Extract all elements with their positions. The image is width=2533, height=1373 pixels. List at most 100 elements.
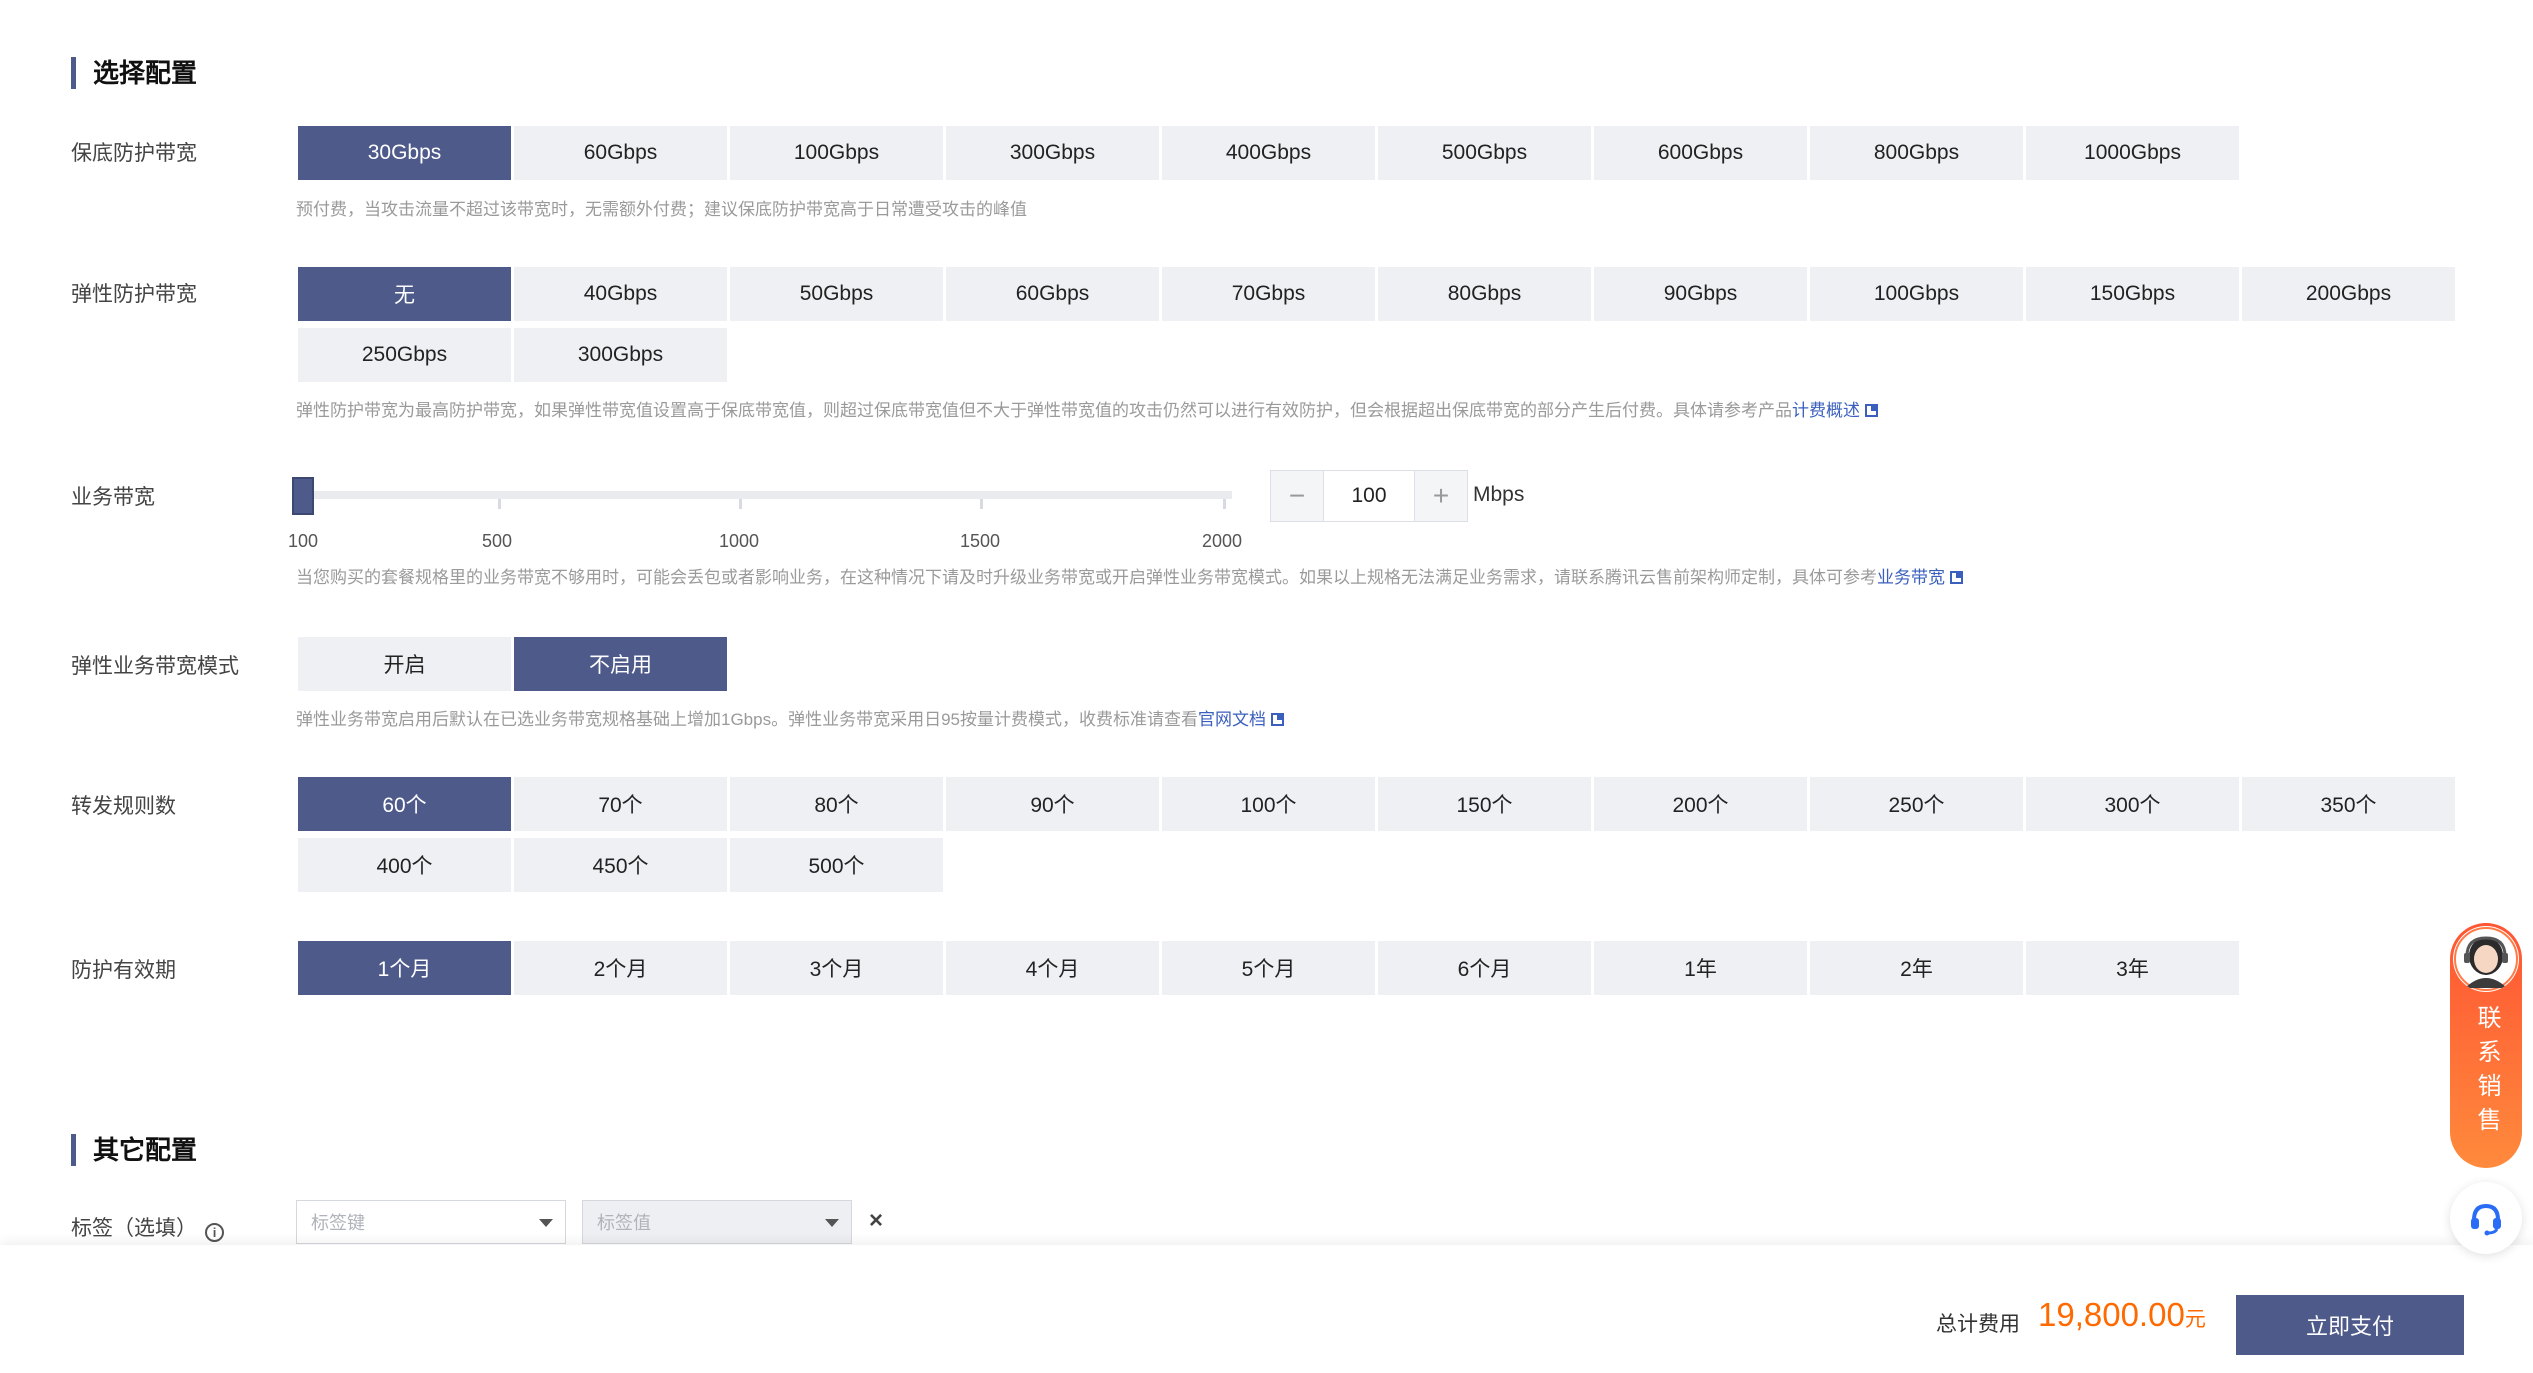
bandwidth-slider-handle[interactable] <box>292 477 314 515</box>
decrease-button[interactable]: − <box>1271 471 1323 521</box>
elastic-protection-option[interactable]: 70Gbps <box>1162 267 1375 321</box>
section-title-select-config: 选择配置 <box>71 57 197 89</box>
elastic-protection-option[interactable]: 60Gbps <box>946 267 1159 321</box>
forwarding-rules-option[interactable]: 300个 <box>2026 777 2239 831</box>
base-protection-option[interactable]: 600Gbps <box>1594 126 1807 180</box>
forwarding-rules-option[interactable]: 200个 <box>1594 777 1807 831</box>
tick-label: 1500 <box>960 531 1001 551</box>
business-bandwidth-link[interactable]: 业务带宽 <box>1877 568 1945 587</box>
tag-key-placeholder: 标签键 <box>311 1213 365 1233</box>
tick-label: 500 <box>482 531 513 551</box>
tags-label-text: 标签（选填） <box>71 1217 197 1240</box>
caret-down-icon <box>539 1219 553 1227</box>
base-protection-option[interactable]: 300Gbps <box>946 126 1159 180</box>
forwarding-rules-option[interactable]: 400个 <box>298 838 511 892</box>
billing-overview-link[interactable]: 计费概述 <box>1792 401 1860 420</box>
forwarding-rules-option[interactable]: 250个 <box>1810 777 2023 831</box>
elastic-protection-option[interactable]: 100Gbps <box>1810 267 2023 321</box>
forwarding-rules-option[interactable]: 80个 <box>730 777 943 831</box>
business-bandwidth-hint: 当您购买的套餐规格里的业务带宽不够用时，可能会丢包或者影响业务，在这种情况下请及… <box>296 563 1963 588</box>
base-protection-label: 保底防护带宽 <box>71 142 197 165</box>
info-icon[interactable]: i <box>205 1223 224 1242</box>
external-link-icon <box>1950 571 1963 584</box>
elastic-protection-option[interactable]: 无 <box>298 267 511 321</box>
elastic-protection-option[interactable]: 80Gbps <box>1378 267 1591 321</box>
slider-tick <box>739 499 742 509</box>
total-unit: 元 <box>2184 1308 2206 1331</box>
tag-value-select[interactable]: 标签值 <box>582 1200 852 1244</box>
external-link-icon <box>1271 713 1284 726</box>
tag-key-select[interactable]: 标签键 <box>296 1200 566 1244</box>
base-protection-option[interactable]: 500Gbps <box>1378 126 1591 180</box>
tick-label: 1000 <box>719 531 760 551</box>
forwarding-rules-option[interactable]: 100个 <box>1162 777 1375 831</box>
protection-period-option[interactable]: 4个月 <box>946 941 1159 995</box>
elastic-business-mode-options: 开启 不启用 <box>298 637 2458 691</box>
slider-tick <box>1223 499 1226 509</box>
protection-period-option[interactable]: 2年 <box>1810 941 2023 995</box>
elastic-protection-option[interactable]: 50Gbps <box>730 267 943 321</box>
elastic-protection-option[interactable]: 200Gbps <box>2242 267 2455 321</box>
base-protection-option[interactable]: 400Gbps <box>1162 126 1375 180</box>
forwarding-rules-option[interactable]: 60个 <box>298 777 511 831</box>
tag-value-placeholder: 标签值 <box>597 1213 651 1233</box>
elastic-business-mode-option[interactable]: 不启用 <box>514 637 727 691</box>
protection-period-options: 1个月 2个月 3个月 4个月 5个月 6个月 1年 2年 3年 <box>298 941 2458 995</box>
protection-period-option[interactable]: 2个月 <box>514 941 727 995</box>
tags-label: 标签（选填） i <box>71 1212 224 1242</box>
protection-period-option[interactable]: 1个月 <box>298 941 511 995</box>
forwarding-rules-option[interactable]: 90个 <box>946 777 1159 831</box>
elastic-protection-option[interactable]: 90Gbps <box>1594 267 1807 321</box>
increase-button[interactable]: + <box>1415 471 1467 521</box>
total-label: 总计费用 <box>1936 1313 2020 1336</box>
official-docs-link[interactable]: 官网文档 <box>1198 710 1266 729</box>
base-protection-option[interactable]: 800Gbps <box>1810 126 2023 180</box>
forwarding-rules-option[interactable]: 150个 <box>1378 777 1591 831</box>
external-link-icon <box>1865 404 1878 417</box>
elastic-protection-hint-text: 弹性防护带宽为最高防护带宽，如果弹性带宽值设置高于保底带宽值，则超过保底带宽值但… <box>296 401 1792 420</box>
elastic-business-mode-option[interactable]: 开启 <box>298 637 511 691</box>
protection-period-option[interactable]: 3年 <box>2026 941 2239 995</box>
base-protection-option[interactable]: 60Gbps <box>514 126 727 180</box>
elastic-protection-label: 弹性防护带宽 <box>71 283 197 306</box>
protection-period-option[interactable]: 3个月 <box>730 941 943 995</box>
protection-period-option[interactable]: 6个月 <box>1378 941 1591 995</box>
protection-period-option[interactable]: 1年 <box>1594 941 1807 995</box>
base-protection-option[interactable]: 1000Gbps <box>2026 126 2239 180</box>
elastic-business-mode-hint-text: 弹性业务带宽启用后默认在已选业务带宽规格基础上增加1Gbps。弹性业务带宽采用日… <box>296 710 1198 729</box>
total-amount-value: 19,800.00 <box>2038 1296 2185 1333</box>
contact-sales-label: 联系销售 <box>2473 1005 2500 1141</box>
protection-period-option[interactable]: 5个月 <box>1162 941 1375 995</box>
contact-sales-widget[interactable]: 联系销售 <box>2450 923 2522 1168</box>
forwarding-rules-label: 转发规则数 <box>71 795 176 818</box>
forwarding-rules-option[interactable]: 500个 <box>730 838 943 892</box>
slider-tick <box>980 499 983 509</box>
base-protection-option[interactable]: 100Gbps <box>730 126 943 180</box>
caret-down-icon <box>825 1219 839 1227</box>
bandwidth-input[interactable]: 100 <box>1323 471 1415 521</box>
headset-icon[interactable] <box>2450 1182 2522 1254</box>
pay-now-button[interactable]: 立即支付 <box>2236 1295 2464 1355</box>
elastic-protection-option[interactable]: 250Gbps <box>298 328 511 382</box>
elastic-protection-option[interactable]: 40Gbps <box>514 267 727 321</box>
elastic-protection-option[interactable]: 150Gbps <box>2026 267 2239 321</box>
forwarding-rules-option[interactable]: 70个 <box>514 777 727 831</box>
elastic-protection-options: 无 40Gbps 50Gbps 60Gbps 70Gbps 80Gbps 90Gbps 100… <box>298 267 2458 382</box>
elastic-protection-hint: 弹性防护带宽为最高防护带宽，如果弹性带宽值设置高于保底带宽值，则超过保底带宽值但… <box>296 396 1878 421</box>
base-protection-option[interactable]: 30Gbps <box>298 126 511 180</box>
base-protection-hint: 预付费，当攻击流量不超过该带宽时，无需额外付费；建议保底防护带宽高于日常遭受攻击… <box>296 200 1027 219</box>
bandwidth-unit: Mbps <box>1473 483 1525 506</box>
business-bandwidth-label: 业务带宽 <box>71 486 155 509</box>
forwarding-rules-option[interactable]: 350个 <box>2242 777 2455 831</box>
avatar <box>2453 926 2519 992</box>
elastic-business-mode-hint: 弹性业务带宽启用后默认在已选业务带宽规格基础上增加1Gbps。弹性业务带宽采用日… <box>296 705 1284 730</box>
forwarding-rules-option[interactable]: 450个 <box>514 838 727 892</box>
forwarding-rules-options: 60个 70个 80个 90个 100个 150个 200个 250个 300个 350个 400个… <box>298 777 2458 892</box>
close-icon[interactable]: × <box>869 1207 883 1235</box>
bandwidth-slider-track[interactable] <box>298 491 1232 499</box>
protection-period-label: 防护有效期 <box>71 959 176 982</box>
tick-label: 2000 <box>1202 531 1243 551</box>
elastic-protection-option[interactable]: 300Gbps <box>514 328 727 382</box>
section-title-other-config: 其它配置 <box>71 1134 197 1166</box>
base-protection-options: 30Gbps 60Gbps 100Gbps 300Gbps 400Gbps 500Gbps… <box>298 126 2458 180</box>
